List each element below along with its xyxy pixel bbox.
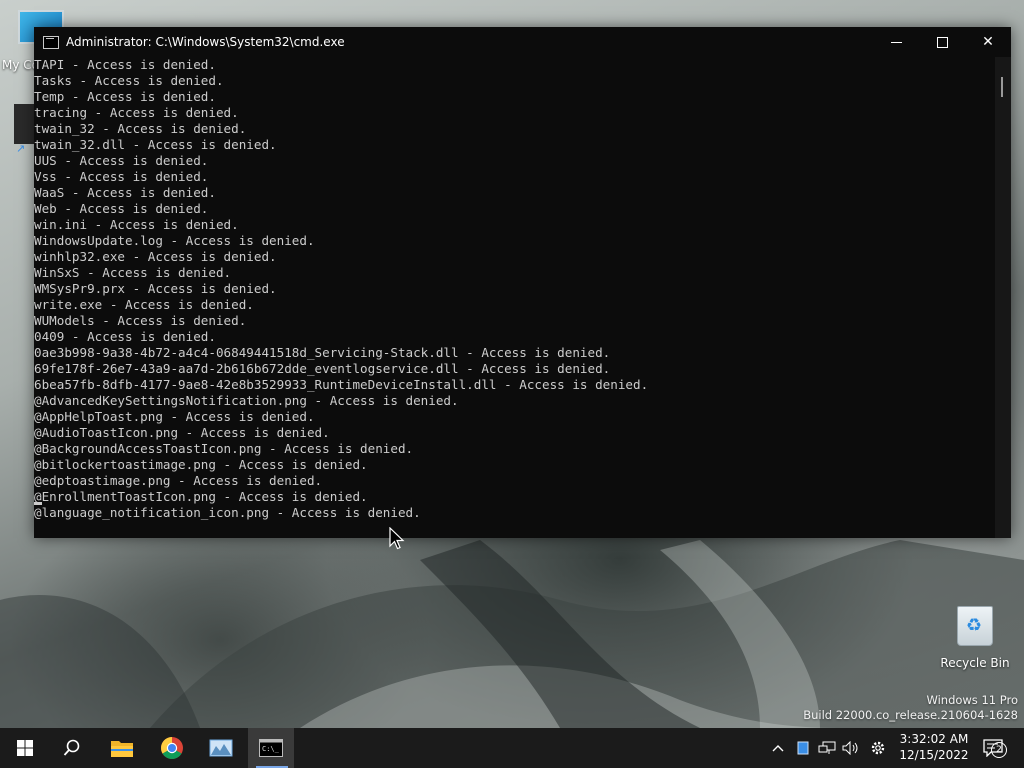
- cmd-titlebar[interactable]: Administrator: C:\Windows\System32\cmd.e…: [34, 27, 1011, 57]
- console-line: @AdvancedKeySettingsNotification.png - A…: [34, 393, 459, 408]
- console-line: @AudioToastIcon.png - Access is denied.: [34, 425, 330, 440]
- console-line: 6bea57fb-8dfb-4177-9ae8-42e8b3529933_Run…: [34, 377, 649, 392]
- minimize-icon: [890, 41, 902, 43]
- console-line: 69fe178f-26e7-43a9-aa7d-2b616b672dde_eve…: [34, 361, 611, 376]
- network-tray-button[interactable]: [816, 728, 838, 768]
- cmd-window[interactable]: Administrator: C:\Windows\System32\cmd.e…: [34, 27, 1011, 538]
- gear-icon: [871, 741, 885, 755]
- console-line: twain_32 - Access is denied.: [34, 121, 247, 136]
- close-button[interactable]: ✕: [965, 27, 1011, 57]
- search-button[interactable]: [52, 728, 92, 768]
- minimize-button[interactable]: [873, 27, 919, 57]
- recycle-bin-label: Recycle Bin: [940, 656, 1010, 670]
- clock-time: 3:32:02 AM: [899, 732, 969, 746]
- console-line: 0ae3b998-9a38-4b72-a4c4-06849441518d_Ser…: [34, 345, 611, 360]
- settings-tray-button[interactable]: [867, 728, 889, 768]
- clock-button[interactable]: 3:32:02 AM 12/15/2022: [898, 731, 970, 763]
- notification-count-badge: 2: [991, 742, 1007, 758]
- windows-logo-icon: [17, 740, 33, 756]
- terminal-icon: C:\_: [259, 739, 283, 757]
- recycle-bin-icon: ♻: [957, 606, 993, 646]
- vertical-scrollbar[interactable]: [995, 57, 1011, 538]
- console-line: winhlp32.exe - Access is denied.: [34, 249, 277, 264]
- windows-watermark: Windows 11 Pro Build 22000.co_release.21…: [803, 693, 1018, 723]
- console-line: @EnrollmentToastIcon.png - Access is den…: [34, 489, 368, 504]
- console-line: Tasks - Access is denied.: [34, 73, 224, 88]
- console-line: @BackgroundAccessToastIcon.png - Access …: [34, 441, 414, 456]
- console-line: write.exe - Access is denied.: [34, 297, 254, 312]
- volume-tray-button[interactable]: [840, 728, 862, 768]
- console-line: WaaS - Access is denied.: [34, 185, 216, 200]
- chrome-icon: [161, 737, 183, 759]
- console-line: WindowsUpdate.log - Access is denied.: [34, 233, 315, 248]
- text-cursor: [34, 502, 42, 505]
- speaker-icon: [842, 741, 858, 755]
- console-line: UUS - Access is denied.: [34, 153, 209, 168]
- maximize-button[interactable]: [919, 27, 965, 57]
- console-line: Web - Access is denied.: [34, 201, 209, 216]
- scrollbar-thumb[interactable]: [1001, 77, 1003, 97]
- storage-tray-button[interactable]: [793, 728, 813, 768]
- folder-icon: [111, 741, 133, 757]
- watermark-edition: Windows 11 Pro: [926, 693, 1018, 707]
- file-explorer-button[interactable]: [102, 728, 142, 768]
- svg-text:C:\_: C:\_: [262, 745, 280, 753]
- shortcut-arrow-icon: ↗: [16, 142, 26, 155]
- cmd-taskbar-button[interactable]: C:\_: [248, 728, 294, 768]
- console-line: tracing - Access is denied.: [34, 105, 239, 120]
- image-viewer-button[interactable]: [201, 728, 241, 768]
- recycle-bin-desktop-icon[interactable]: ♻ Recycle Bin: [940, 606, 1010, 670]
- console-line: WMSysPr9.prx - Access is denied.: [34, 281, 277, 296]
- network-icon: [818, 741, 836, 754]
- console-line: @bitlockertoastimage.png - Access is den…: [34, 457, 368, 472]
- console-output[interactable]: TAPI - Access is denied. Tasks - Access i…: [34, 57, 994, 538]
- console-line: win.ini - Access is denied.: [34, 217, 239, 232]
- close-icon: ✕: [982, 34, 994, 50]
- console-line: WinSxS - Access is denied.: [34, 265, 232, 280]
- picture-icon: [209, 739, 233, 757]
- console-line: @edptoastimage.png - Access is denied.: [34, 473, 323, 488]
- mouse-pointer-icon: [389, 527, 405, 550]
- console-line: twain_32.dll - Access is denied.: [34, 137, 277, 152]
- clock-date: 12/15/2022: [899, 748, 969, 762]
- search-icon: [63, 739, 80, 756]
- console-line: @language_notification_icon.png - Access…: [34, 505, 421, 520]
- taskbar: C:\_ 3:32:02 AM 12/15/2022: [0, 728, 1024, 768]
- console-line: Temp - Access is denied.: [34, 89, 216, 104]
- maximize-icon: [936, 36, 948, 48]
- chevron-up-icon: [772, 745, 784, 752]
- chrome-button[interactable]: [152, 728, 192, 768]
- show-hidden-icons-button[interactable]: [768, 728, 788, 768]
- console-line: @AppHelpToast.png - Access is denied.: [34, 409, 315, 424]
- start-button[interactable]: [5, 728, 45, 768]
- window-title: Administrator: C:\Windows\System32\cmd.e…: [66, 35, 345, 49]
- console-line: Vss - Access is denied.: [34, 169, 209, 184]
- watermark-build: Build 22000.co_release.210604-1628: [803, 708, 1018, 722]
- cmd-app-icon[interactable]: [43, 35, 59, 49]
- console-line: TAPI - Access is denied.: [34, 57, 216, 72]
- drive-icon: [797, 741, 809, 755]
- console-line: 0409 - Access is denied.: [34, 329, 216, 344]
- desktop-shortcut-icon[interactable]: ↗: [14, 104, 36, 155]
- console-line: WUModels - Access is denied.: [34, 313, 247, 328]
